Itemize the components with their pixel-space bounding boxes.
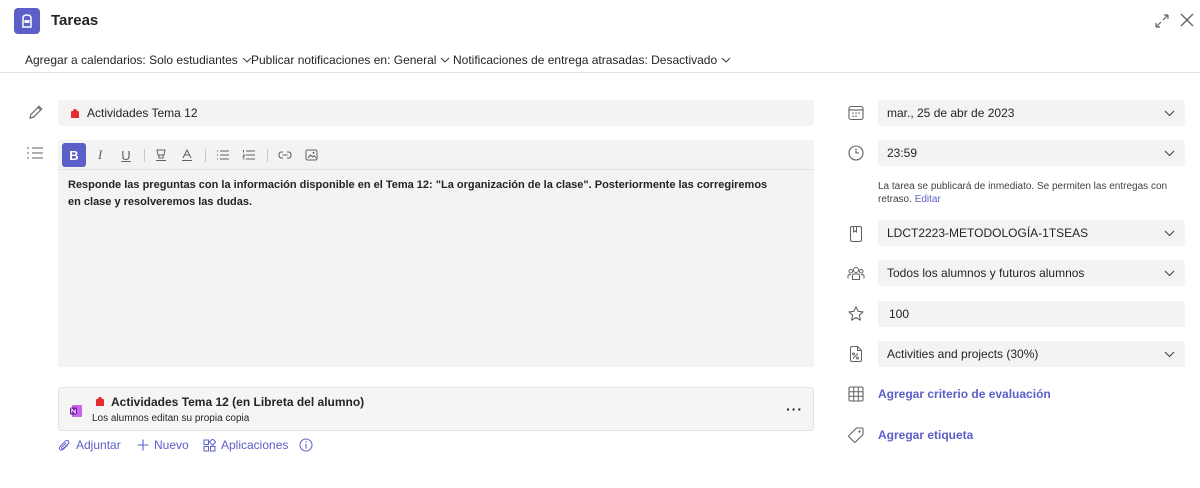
numbered-list-button[interactable]	[237, 143, 261, 167]
calendar-setting-dropdown[interactable]: Agregar a calendarios: Solo estudiantes	[25, 53, 252, 67]
link-button[interactable]	[273, 143, 297, 167]
grading-category-value: Activities and projects (30%)	[887, 347, 1039, 361]
instructions-icon	[27, 147, 43, 159]
apps-button[interactable]: Aplicaciones	[203, 438, 288, 452]
new-label: Nuevo	[154, 438, 189, 452]
notifications-channel-label: Publicar notificaciones en: General	[251, 53, 437, 67]
link-icon	[278, 151, 292, 159]
onenote-red-icon	[71, 108, 79, 118]
attachment-title: Actividades Tema 12 (en Libreta del alum…	[111, 395, 365, 409]
new-button[interactable]: Nuevo	[137, 438, 189, 452]
publish-edit-link[interactable]: Editar	[915, 194, 941, 205]
points-input[interactable]: 100	[878, 301, 1185, 327]
tag-icon	[848, 427, 864, 443]
due-time-value: 23:59	[887, 146, 918, 160]
toolbar-divider	[144, 149, 145, 162]
class-notebook-icon	[849, 225, 863, 243]
underline-button[interactable]: U	[114, 143, 138, 167]
attachment-card[interactable]: Actividades Tema 12 (en Libreta del alum…	[58, 387, 814, 431]
clock-icon	[848, 145, 864, 161]
add-tag-link[interactable]: Agregar etiqueta	[878, 428, 973, 442]
editor-toolbar: B I U	[58, 140, 814, 170]
chevron-down-icon	[721, 57, 731, 63]
more-options-button[interactable]: ···	[786, 401, 803, 417]
app-header: Tareas	[0, 0, 1200, 44]
class-dropdown[interactable]: LDCT2223-METODOLOGÍA-1TSEAS	[878, 220, 1185, 246]
toolbar-divider	[267, 149, 268, 162]
rubric-table-icon	[848, 386, 864, 402]
late-notifications-label: Notificaciones de entrega atrasadas: Des…	[453, 53, 718, 67]
calendar-icon	[848, 105, 864, 121]
onenote-icon	[70, 405, 82, 417]
expand-icon[interactable]	[1154, 13, 1170, 29]
apps-icon	[203, 438, 216, 451]
attach-button[interactable]: Adjuntar	[58, 438, 121, 452]
notifications-channel-dropdown[interactable]: Publicar notificaciones en: General	[251, 53, 450, 67]
chevron-down-icon	[1164, 270, 1175, 277]
assignment-title-input[interactable]: Actividades Tema 12	[58, 100, 814, 126]
due-date-picker[interactable]: mar., 25 de abr de 2023	[878, 100, 1185, 126]
bold-button[interactable]: B	[62, 143, 86, 167]
add-rubric-link[interactable]: Agregar criterio de evaluación	[878, 387, 1051, 401]
plus-icon	[137, 439, 149, 451]
chevron-down-icon	[1164, 230, 1175, 237]
bullet-list-icon	[217, 150, 229, 160]
chevron-down-icon	[441, 57, 450, 63]
font-color-button[interactable]	[175, 143, 199, 167]
app-title: Tareas	[51, 12, 99, 29]
settings-bar: Agregar a calendarios: Solo estudiantes …	[0, 44, 1200, 73]
font-color-icon	[182, 148, 192, 161]
chevron-down-icon	[1164, 150, 1175, 157]
info-button[interactable]	[299, 438, 318, 452]
assignment-title-value: Actividades Tema 12	[87, 106, 198, 120]
star-icon	[848, 306, 864, 321]
calendar-setting-label: Agregar a calendarios: Solo estudiantes	[25, 53, 238, 67]
chevron-down-icon	[1164, 351, 1175, 358]
attachment-subtitle: Los alumnos editan su propia copia	[92, 413, 250, 424]
numbered-list-icon	[242, 150, 255, 160]
bullet-list-button[interactable]	[211, 143, 235, 167]
highlighter-icon	[156, 149, 166, 161]
image-icon	[305, 149, 317, 161]
chevron-down-icon	[1164, 110, 1175, 117]
close-icon[interactable]	[1180, 13, 1194, 27]
due-date-value: mar., 25 de abr de 2023	[887, 106, 1015, 120]
class-value: LDCT2223-METODOLOGÍA-1TSEAS	[887, 226, 1089, 240]
due-time-picker[interactable]: 23:59	[878, 140, 1185, 166]
italic-button[interactable]: I	[88, 143, 112, 167]
attach-label: Adjuntar	[76, 438, 121, 452]
late-notifications-dropdown[interactable]: Notificaciones de entrega atrasadas: Des…	[453, 53, 731, 67]
people-icon	[847, 267, 865, 280]
publish-note: La tarea se publicará de inmediato. Se p…	[878, 180, 1178, 206]
points-value: 100	[889, 307, 910, 321]
instructions-editor[interactable]: B I U Responde las preguntas con la info…	[58, 140, 814, 367]
grading-category-dropdown[interactable]: Activities and projects (30%)	[878, 341, 1185, 367]
image-button[interactable]	[299, 143, 323, 167]
info-icon	[299, 438, 313, 452]
tasks-app-icon	[14, 8, 40, 34]
grading-category-icon	[850, 346, 862, 362]
pencil-icon	[29, 105, 43, 119]
toolbar-divider	[205, 149, 206, 162]
students-dropdown[interactable]: Todos los alumnos y futuros alumnos	[878, 260, 1185, 286]
onenote-red-icon	[96, 397, 104, 406]
highlight-button[interactable]	[149, 143, 173, 167]
instructions-text: Responde las preguntas con la informació…	[68, 179, 768, 208]
paperclip-icon	[58, 439, 70, 451]
apps-label: Aplicaciones	[221, 438, 289, 452]
students-value: Todos los alumnos y futuros alumnos	[887, 266, 1085, 280]
